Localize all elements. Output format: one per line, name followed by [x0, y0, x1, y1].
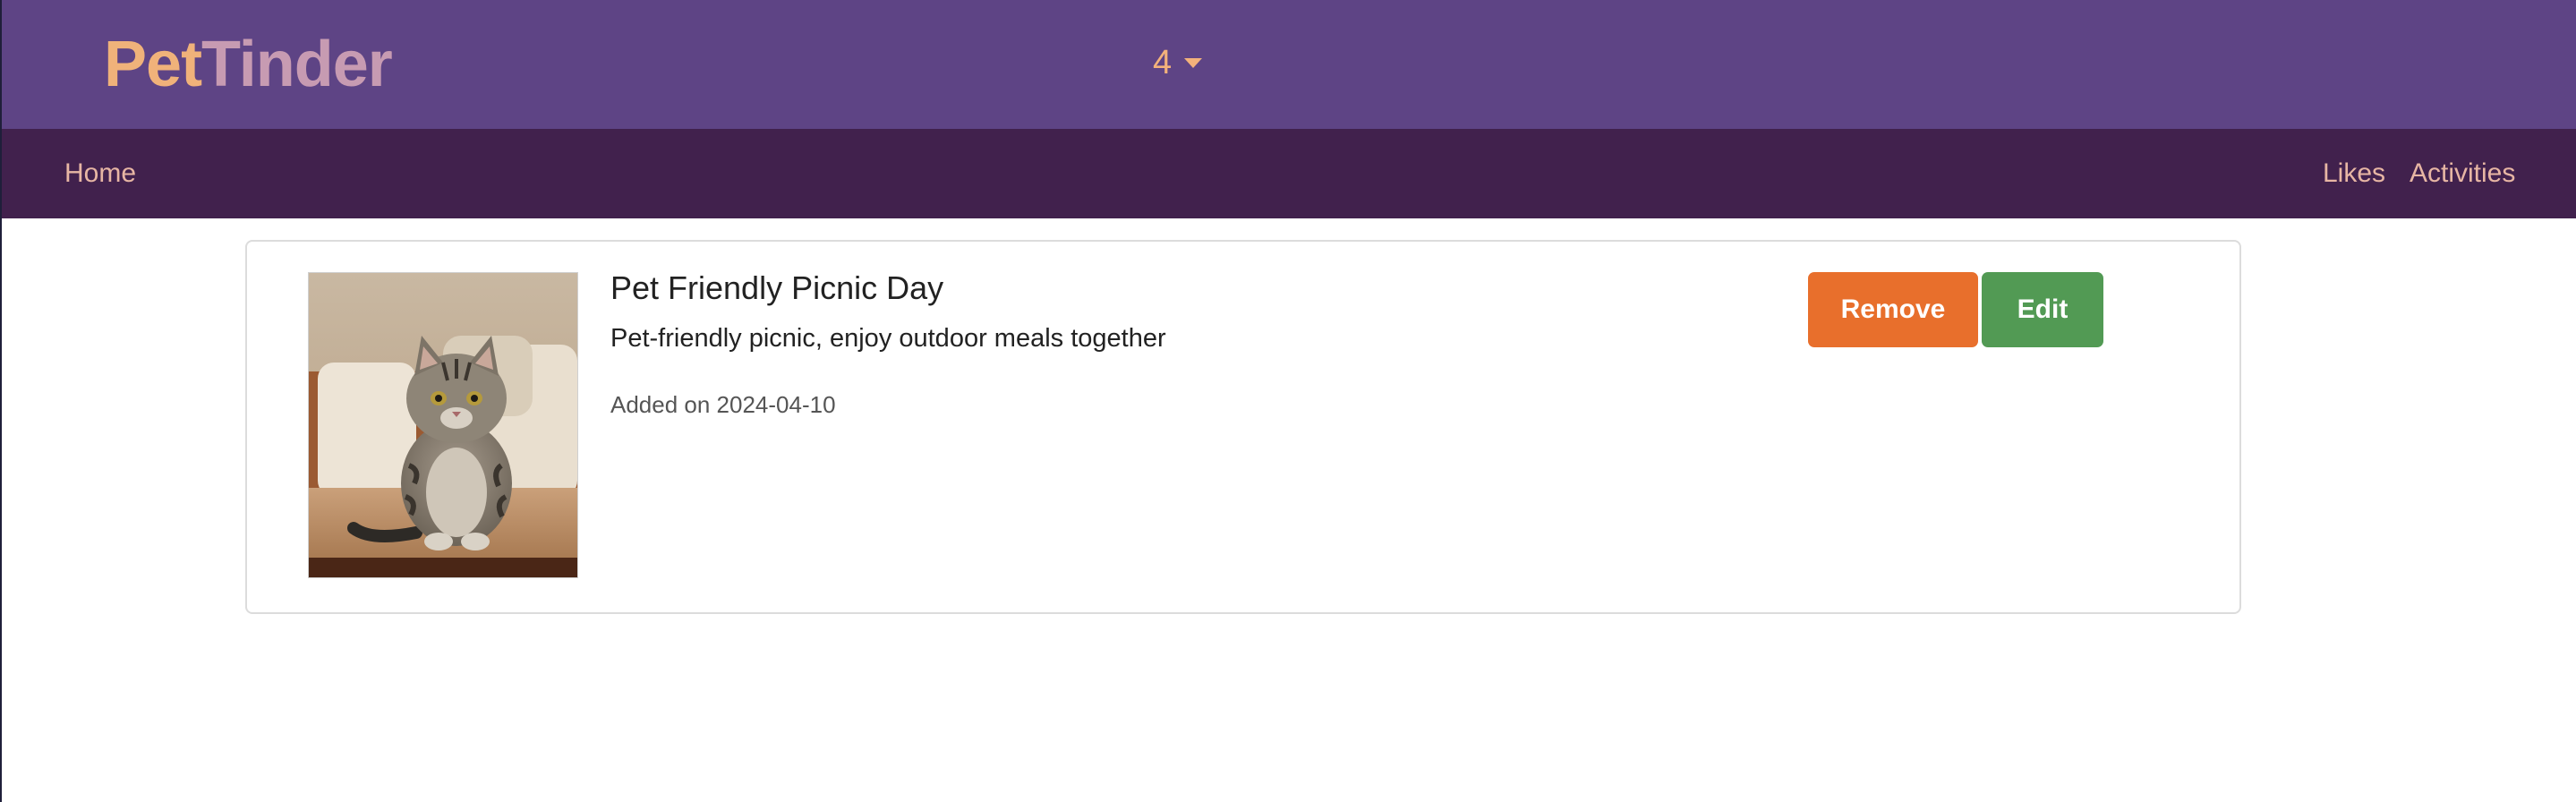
activity-photo [308, 272, 578, 578]
remove-button[interactable]: Remove [1808, 272, 1978, 347]
activity-card: Pet Friendly Picnic Day Pet-friendly pic… [245, 240, 2241, 614]
chevron-down-icon [1184, 57, 1203, 68]
activity-description: Pet-friendly picnic, enjoy outdoor meals… [610, 324, 1166, 353]
dropdown-value: 4 [1153, 44, 1173, 81]
activity-date: Added on 2024-04-10 [610, 391, 836, 418]
nav-link-likes[interactable]: Likes [2323, 129, 2385, 218]
logo-text-pet: Pet [104, 29, 202, 100]
activity-title: Pet Friendly Picnic Day [610, 269, 944, 306]
count-dropdown[interactable]: 4 [1153, 43, 1203, 82]
top-header: PetTinder 4 [2, 0, 2576, 129]
logo[interactable]: PetTinder [104, 27, 393, 102]
edit-button[interactable]: Edit [1982, 272, 2103, 347]
cat-photo-image [309, 273, 577, 577]
main-navbar: Home Likes Activities [2, 129, 2576, 218]
nav-link-home[interactable]: Home [64, 129, 136, 218]
nav-link-activities[interactable]: Activities [2410, 129, 2515, 218]
logo-text-tinder: Tinder [201, 29, 393, 100]
